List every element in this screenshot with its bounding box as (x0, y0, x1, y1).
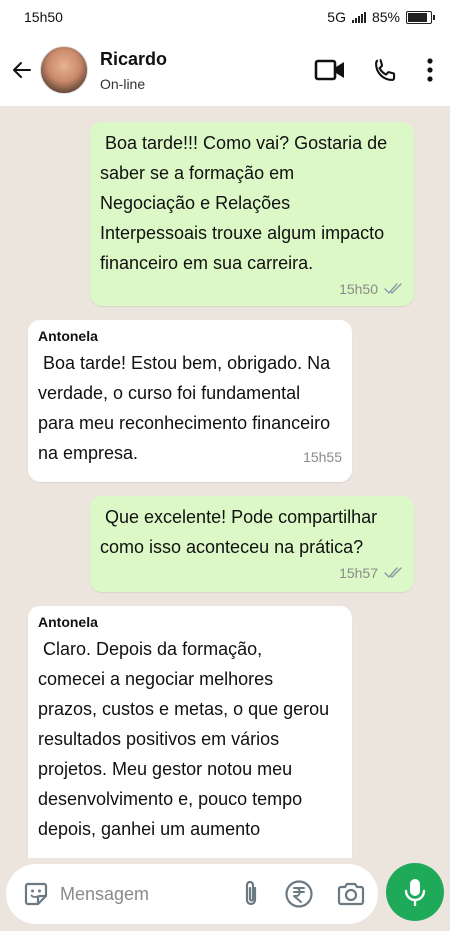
message-line: financeiro em sua carreira. (100, 253, 314, 273)
header-actions (314, 56, 440, 84)
message-line: depois, ganhei um aumento (38, 819, 261, 839)
message-line: para meu reconhecimento financeiro (38, 413, 331, 433)
message-line: projetos. Meu gestor notou meu (38, 759, 293, 779)
paperclip-icon[interactable] (240, 879, 262, 909)
status-time: 15h50 (24, 9, 63, 25)
more-vertical-icon[interactable] (426, 57, 434, 83)
message-composer: Mensagem (6, 864, 378, 924)
message-line: saber se a formação em (100, 163, 295, 183)
microphone-icon[interactable] (386, 863, 444, 921)
composer-actions (240, 879, 366, 909)
message-time: 15h50 (339, 281, 378, 297)
message-line: desenvolvimento e, pouco tempo (38, 789, 303, 809)
double-check-icon (384, 283, 404, 295)
status-bar: 15h50 5G 85% (0, 0, 450, 34)
message-line: resultados positivos em vários (38, 729, 280, 749)
avatar[interactable] (40, 46, 88, 94)
message-line: como isso aconteceu na prática? (100, 537, 364, 557)
video-call-icon[interactable] (314, 57, 346, 83)
battery-icon (406, 10, 435, 24)
chat-header: Ricardo On-line (0, 34, 450, 106)
battery-fill (408, 12, 427, 22)
camera-icon[interactable] (336, 881, 366, 907)
message-time: 15h55 (303, 449, 342, 465)
message-line: Interpessoais trouxe algum impacto (100, 223, 385, 243)
battery-percent: 85% (371, 9, 400, 25)
message-incoming[interactable]: Antonela Claro. Depois da formação, come… (28, 606, 352, 858)
contact-status: On-line (100, 75, 146, 92)
contact-name: Ricardo (100, 48, 168, 69)
message-list[interactable]: Boa tarde!!! Como vai? Gostaria de saber… (0, 106, 450, 858)
message-line: Boa tarde! Estou bem, obrigado. Na (38, 353, 331, 373)
double-check-icon (384, 567, 404, 579)
message-meta: 15h50 (100, 280, 404, 298)
message-line: Boa tarde!!! Como vai? Gostaria de (100, 133, 388, 153)
message-line: comecei a negociar melhores (38, 669, 274, 689)
message-sender: Antonela (38, 614, 98, 630)
message-input[interactable]: Mensagem (60, 884, 240, 905)
message-outgoing[interactable]: Que excelente! Pode compartilhar como is… (90, 496, 414, 592)
message-line: Claro. Depois da formação, (38, 639, 263, 659)
contact-info[interactable]: Ricardo On-line (100, 49, 314, 92)
message-time: 15h57 (339, 565, 378, 581)
message-incoming[interactable]: Antonela Boa tarde! Estou bem, obrigado.… (28, 320, 352, 482)
message-line: Que excelente! Pode compartilhar (100, 507, 378, 527)
arrow-left-icon[interactable] (8, 56, 36, 84)
signal-icon (351, 11, 366, 23)
message-line: prazos, custos e metas, o que gerou (38, 699, 330, 719)
network-label: 5G (327, 9, 346, 25)
message-sender: Antonela (38, 328, 98, 344)
message-line: verdade, o curso foi fundamental (38, 383, 301, 403)
message-meta: 15h57 (100, 564, 404, 582)
status-indicators: 5G 85% (327, 9, 435, 25)
sticker-icon[interactable] (22, 880, 50, 908)
phone-icon[interactable] (372, 56, 400, 84)
message-outgoing[interactable]: Boa tarde!!! Como vai? Gostaria de saber… (90, 122, 414, 306)
rupee-icon[interactable] (284, 879, 314, 909)
message-line: Negociação e Relações (100, 193, 291, 213)
